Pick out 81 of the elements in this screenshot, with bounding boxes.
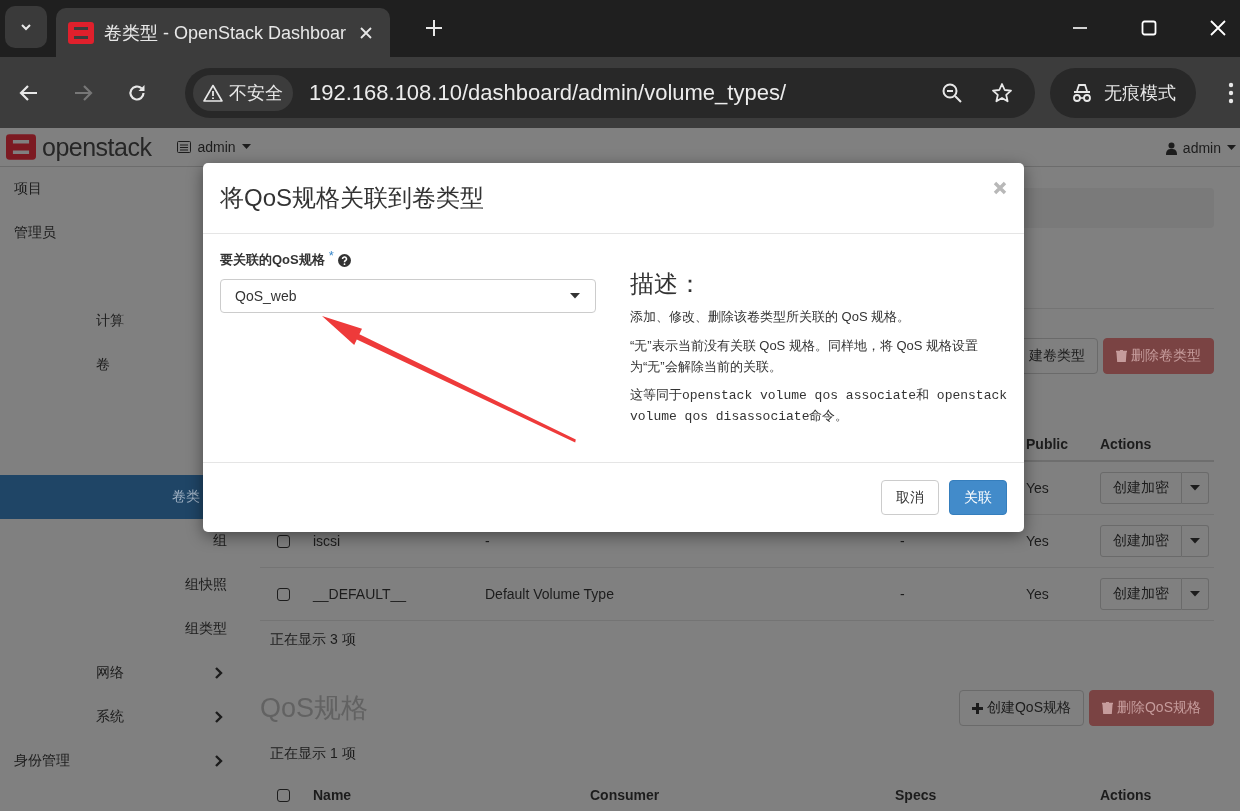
sidebar-item[interactable]: 网络 <box>0 651 230 695</box>
required-mark: * <box>328 248 334 263</box>
trash-icon <box>1102 702 1113 714</box>
caret-icon <box>570 293 580 299</box>
submit-button[interactable]: 关联 <box>949 480 1007 515</box>
sidebar-item[interactable]: 身份管理 <box>0 739 230 783</box>
browser-tab[interactable]: 卷类型 - OpenStack Dashboar <box>56 8 390 57</box>
row-action-button[interactable]: 创建加密 <box>1100 525 1182 557</box>
column-header: Consumer <box>589 787 661 803</box>
column-header: Actions <box>1099 435 1153 452</box>
column-header: Actions <box>1099 787 1153 803</box>
item-count: 正在显示 3 项 <box>269 630 357 649</box>
item-count: 正在显示 1 项 <box>269 744 357 763</box>
select-field[interactable]: QoS_web <box>220 279 596 313</box>
checkbox[interactable] <box>276 587 290 601</box>
caret-icon <box>1190 485 1200 491</box>
description-text: 添加、修改、删除该卷类型所关联的 QoS 规格。 <box>630 308 912 326</box>
star-icon[interactable] <box>991 81 1013 104</box>
table-cell: Yes <box>1026 533 1049 549</box>
modal-title: 将QoS规格关联到卷类型 <box>220 183 485 213</box>
field-label: 要关联的QoS规格 <box>220 251 325 269</box>
toolbar-button[interactable]: 删除卷类型 <box>1103 338 1214 374</box>
table-cell: Yes <box>1026 586 1049 602</box>
warning-icon <box>203 83 223 102</box>
chevron-right-icon <box>213 666 225 680</box>
column-header: Specs <box>894 787 938 803</box>
dropdown-toggle[interactable] <box>1182 472 1209 504</box>
sidebar-item[interactable]: 组快照 <box>0 563 230 607</box>
column-header: Public <box>1025 435 1069 452</box>
table-cell: Yes <box>1026 480 1049 496</box>
column-header: Name <box>312 787 353 803</box>
zoom-icon[interactable] <box>941 81 963 104</box>
chevron-right-icon <box>213 710 225 724</box>
dropdown-toggle[interactable] <box>1182 578 1209 610</box>
table-cell: iscsi <box>313 533 341 549</box>
sidebar-item[interactable]: 组类型 <box>0 607 230 651</box>
checkbox[interactable] <box>276 788 290 802</box>
caret-icon <box>241 144 251 150</box>
tab-title: 卷类型 - OpenStack Dashboar <box>104 21 348 45</box>
caret-icon <box>1190 591 1200 597</box>
caret-icon <box>1190 538 1200 544</box>
security-chip[interactable]: 不安全 <box>193 74 293 111</box>
caret-icon <box>1227 145 1236 151</box>
reload-icon[interactable] <box>127 82 147 103</box>
logo-icon <box>6 134 36 160</box>
incognito-icon <box>1070 82 1094 103</box>
maximize-icon[interactable] <box>1140 19 1158 37</box>
row-action-button[interactable]: 创建加密 <box>1100 578 1182 610</box>
brand-name[interactable]: openstack <box>42 132 152 162</box>
table-cell: - <box>900 533 905 549</box>
plus-icon <box>971 702 983 714</box>
chevron-right-icon <box>213 754 225 768</box>
toolbar-button[interactable]: 创建QoS规格 <box>958 690 1084 726</box>
url-text: 192.168.108.10/dashboard/admin/volume_types/ <box>309 79 787 106</box>
back-icon[interactable] <box>19 82 39 103</box>
address-bar[interactable]: 不安全 192.168.108.10/dashboard/admin/volume_types/ <box>185 67 1035 118</box>
cancel-button[interactable]: 取消 <box>881 480 939 515</box>
description-title: 描述： <box>630 270 703 298</box>
toolbar-button[interactable]: 删除QoS规格 <box>1089 690 1214 726</box>
description-text: “无”表示当前没有关联 QoS 规格。同样地，将 QoS 规格设置为“无”会解除当前的关联。 <box>630 337 980 376</box>
table-cell: Default Volume Type <box>485 586 614 602</box>
dropdown-toggle[interactable] <box>1182 525 1209 557</box>
new-tab-icon[interactable] <box>425 19 443 37</box>
user-icon <box>1165 141 1177 155</box>
checkbox[interactable] <box>276 534 290 548</box>
table-cell: - <box>485 533 490 549</box>
row-action-button[interactable]: 创建加密 <box>1100 472 1182 504</box>
list-icon <box>177 141 192 153</box>
menu-icon[interactable] <box>1228 81 1234 104</box>
project-menu[interactable]: admin <box>177 139 251 155</box>
table-cell: - <box>900 586 905 602</box>
help-icon[interactable] <box>337 253 351 267</box>
sidebar-item[interactable]: 系统 <box>0 695 230 739</box>
sidebar-item[interactable]: 组 <box>0 519 230 563</box>
description-text: 这等同于openstack volume qos associate和 openstack volume qos disassociate命令。 <box>630 387 1008 426</box>
table-cell: __DEFAULT__ <box>313 586 407 602</box>
logo-icon <box>68 21 94 44</box>
trash-icon <box>1116 350 1127 362</box>
user-menu[interactable]: admin <box>1165 140 1236 156</box>
incognito-button[interactable]: 无痕模式 <box>1050 67 1196 118</box>
forward-icon[interactable] <box>73 82 93 103</box>
